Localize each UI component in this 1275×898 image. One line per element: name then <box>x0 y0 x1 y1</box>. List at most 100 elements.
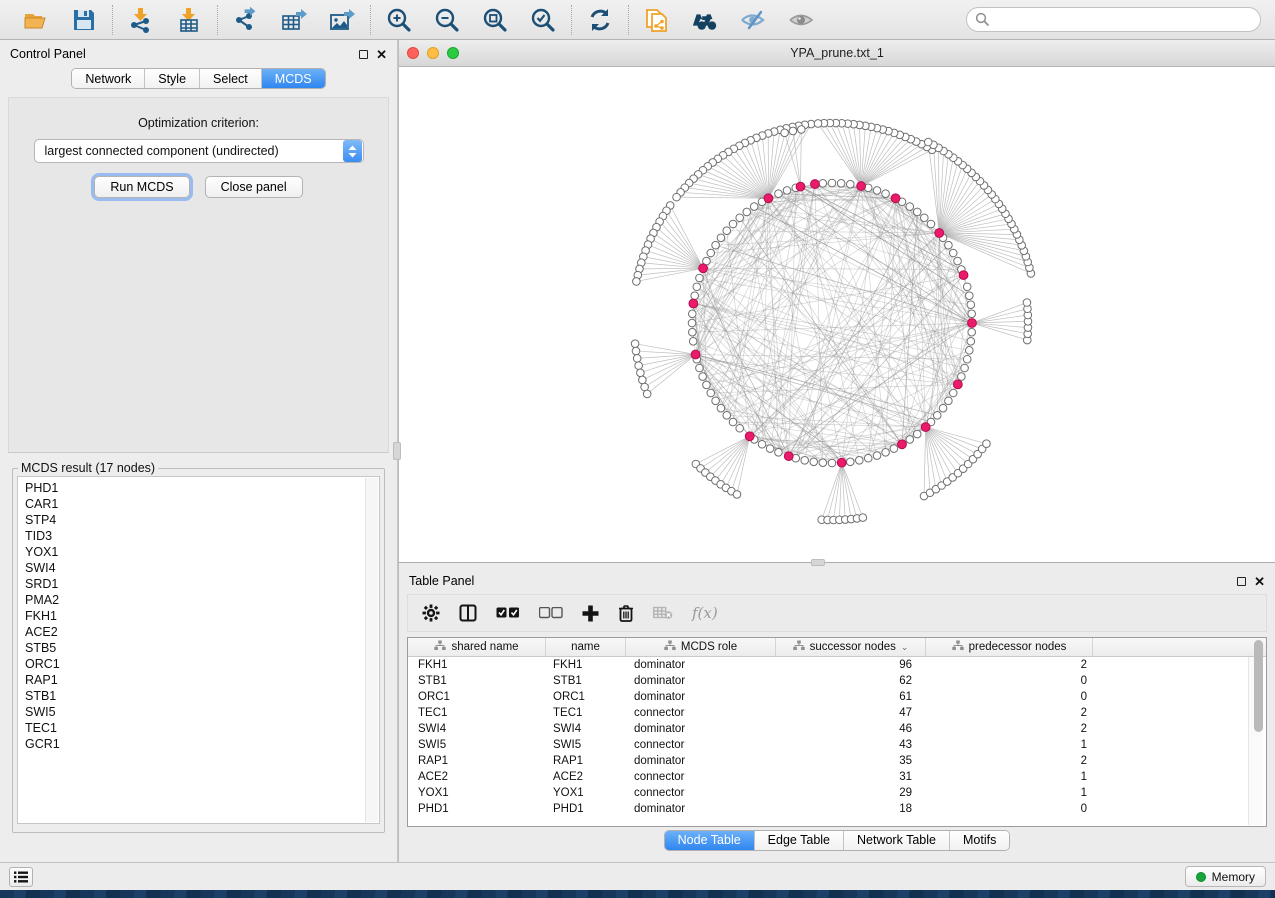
network-node[interactable] <box>1023 299 1031 307</box>
network-node[interactable] <box>859 514 867 522</box>
network-hub-node[interactable] <box>935 229 944 238</box>
column-header-name[interactable]: name <box>546 638 626 656</box>
network-node[interactable] <box>643 390 651 398</box>
network-node[interactable] <box>819 179 827 187</box>
mcds-result-item[interactable]: ORC1 <box>25 656 361 672</box>
network-hub-node[interactable] <box>898 440 907 449</box>
zoom-fit-icon[interactable] <box>481 6 509 34</box>
mcds-result-item[interactable]: STP4 <box>25 512 361 528</box>
network-node[interactable] <box>736 424 744 432</box>
task-history-button[interactable] <box>9 867 33 887</box>
network-node[interactable] <box>963 355 971 363</box>
table-row[interactable]: STB1STB1dominator620 <box>408 673 1266 689</box>
network-node[interactable] <box>949 389 957 397</box>
network-node[interactable] <box>633 355 641 363</box>
table-row[interactable]: YOX1YOX1connector291 <box>408 785 1266 801</box>
network-node[interactable] <box>837 179 845 187</box>
network-node[interactable] <box>966 347 974 355</box>
share-document-icon[interactable] <box>643 6 671 34</box>
mcds-result-item[interactable]: SRD1 <box>25 576 361 592</box>
show-all-icon[interactable] <box>787 6 815 34</box>
network-node[interactable] <box>723 412 731 420</box>
run-mcds-button[interactable]: Run MCDS <box>94 176 189 198</box>
table-row[interactable]: PHD1PHD1dominator180 <box>408 801 1266 817</box>
network-node[interactable] <box>691 292 699 300</box>
column-header-successor-nodes[interactable]: successor nodes⌄ <box>776 638 926 656</box>
deselect-all-checkbox-icon[interactable] <box>539 607 563 619</box>
network-node[interactable] <box>968 328 976 336</box>
network-node[interactable] <box>703 381 711 389</box>
network-node[interactable] <box>949 249 957 257</box>
window-minimize-icon[interactable] <box>427 47 439 59</box>
network-hub-node[interactable] <box>811 180 820 189</box>
mcds-result-item[interactable]: CAR1 <box>25 496 361 512</box>
network-window-titlebar[interactable]: YPA_prune.txt_1 <box>399 40 1275 67</box>
select-all-checkbox-icon[interactable] <box>496 607 520 619</box>
network-node[interactable] <box>729 220 737 228</box>
tab-network-table[interactable]: Network Table <box>844 831 950 850</box>
network-node[interactable] <box>736 214 744 222</box>
mcds-result-item[interactable]: PHD1 <box>25 480 361 496</box>
tab-edge-table[interactable]: Edge Table <box>755 831 844 850</box>
network-hub-node[interactable] <box>968 319 977 328</box>
network-node[interactable] <box>729 418 737 426</box>
network-node[interactable] <box>775 190 783 198</box>
network-node[interactable] <box>882 449 890 457</box>
mcds-result-item[interactable]: TEC1 <box>25 720 361 736</box>
network-node[interactable] <box>639 376 647 384</box>
network-node[interactable] <box>673 193 681 201</box>
column-header-mcds-role[interactable]: MCDS role <box>626 638 776 656</box>
network-node[interactable] <box>733 491 741 499</box>
network-node[interactable] <box>775 449 783 457</box>
network-node[interactable] <box>927 220 935 228</box>
mcds-result-item[interactable]: PMA2 <box>25 592 361 608</box>
close-panel-button[interactable]: Close panel <box>205 176 303 198</box>
network-hub-node[interactable] <box>959 271 968 280</box>
network-node[interactable] <box>689 337 697 345</box>
network-node[interactable] <box>750 203 758 211</box>
network-node[interactable] <box>966 292 974 300</box>
memory-button[interactable]: Memory <box>1185 866 1266 887</box>
zoom-out-icon[interactable] <box>433 6 461 34</box>
network-node[interactable] <box>846 458 854 466</box>
network-node[interactable] <box>983 440 991 448</box>
table-row[interactable]: ACE2ACE2connector311 <box>408 769 1266 785</box>
float-panel-icon[interactable] <box>359 50 368 59</box>
mcds-result-item[interactable]: FKH1 <box>25 608 361 624</box>
network-node[interactable] <box>961 364 969 372</box>
mcds-result-item[interactable]: GCR1 <box>25 736 361 752</box>
network-node[interactable] <box>864 454 872 462</box>
network-node[interactable] <box>781 129 789 137</box>
network-node[interactable] <box>717 234 725 242</box>
first-neighbors-icon[interactable] <box>691 6 719 34</box>
network-canvas[interactable] <box>399 67 1275 562</box>
open-session-icon[interactable] <box>22 6 50 34</box>
network-node[interactable] <box>717 404 725 412</box>
add-column-icon[interactable] <box>582 605 599 622</box>
network-node[interactable] <box>801 457 809 465</box>
network-node[interactable] <box>707 389 715 397</box>
tab-style[interactable]: Style <box>145 69 200 88</box>
save-session-icon[interactable] <box>70 6 98 34</box>
network-node[interactable] <box>693 283 701 291</box>
mcds-result-item[interactable]: SWI4 <box>25 560 361 576</box>
network-node[interactable] <box>945 241 953 249</box>
network-node[interactable] <box>967 337 975 345</box>
network-node[interactable] <box>939 404 947 412</box>
network-hub-node[interactable] <box>796 182 805 191</box>
mcds-result-item[interactable]: RAP1 <box>25 672 361 688</box>
network-node[interactable] <box>873 452 881 460</box>
search-input[interactable] <box>966 7 1261 32</box>
window-zoom-icon[interactable] <box>447 47 459 59</box>
show-columns-icon[interactable] <box>459 604 477 622</box>
network-hub-node[interactable] <box>953 380 962 389</box>
export-network-icon[interactable] <box>232 6 260 34</box>
network-node[interactable] <box>688 328 696 336</box>
network-node[interactable] <box>635 362 643 370</box>
network-node[interactable] <box>798 126 806 134</box>
network-node[interactable] <box>633 278 641 286</box>
network-graph[interactable] <box>399 67 1268 562</box>
mcds-result-item[interactable]: STB1 <box>25 688 361 704</box>
network-hub-node[interactable] <box>837 458 846 467</box>
network-node[interactable] <box>856 457 864 465</box>
